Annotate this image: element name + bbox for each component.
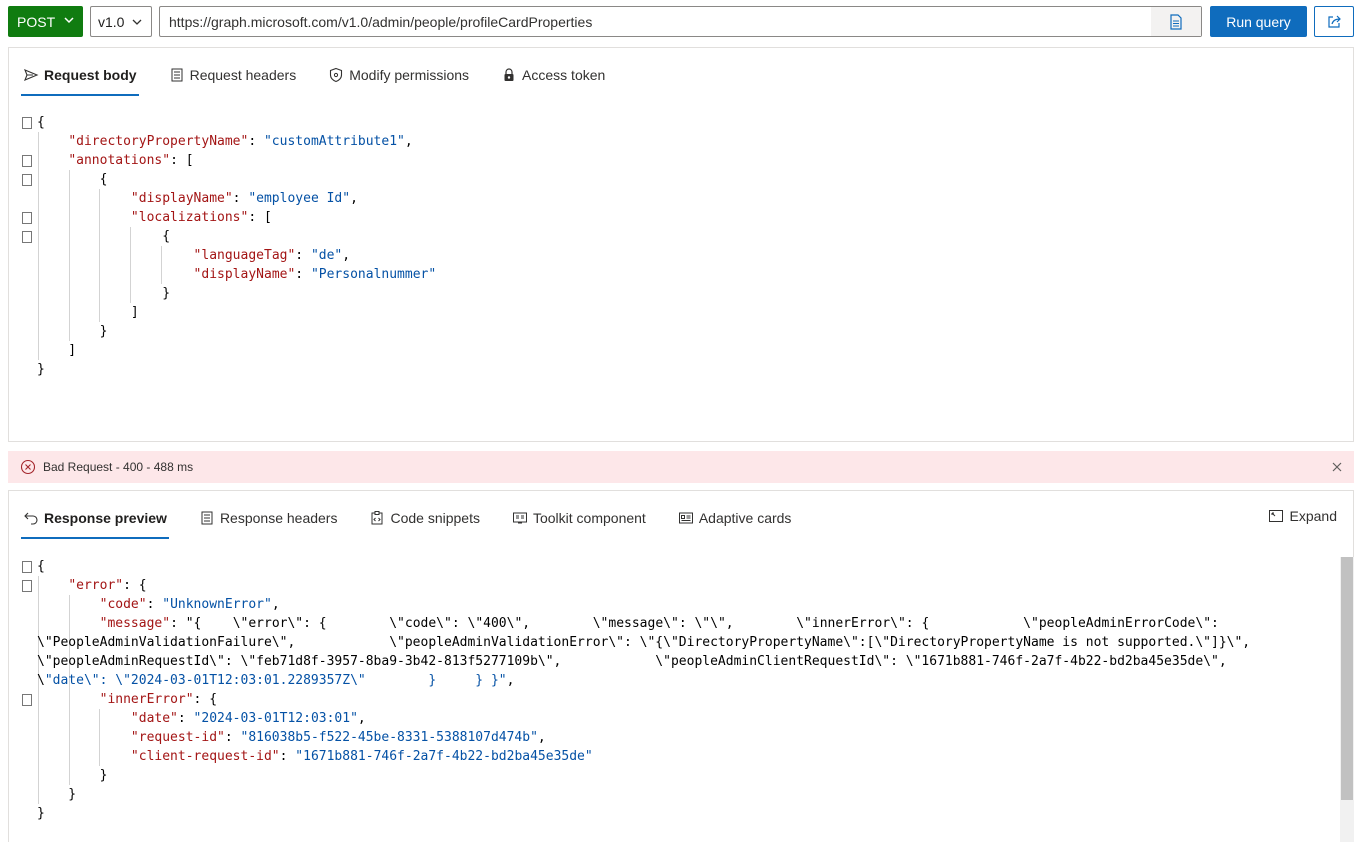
tab-toolkit-component[interactable]: Toolkit component [510,503,648,533]
url-input[interactable]: https://graph.microsoft.com/v1.0/admin/p… [159,6,1202,37]
status-bar: Bad Request - 400 - 488 ms [8,451,1354,483]
chevron-down-icon [64,17,74,24]
document-list-icon [201,511,213,525]
fold-toggle-icon[interactable] [22,231,32,243]
expand-label: Expand [1289,508,1337,524]
tab-request-body[interactable]: Request body [21,60,139,96]
request-tabs: Request body Request headers Modify perm… [21,60,635,96]
tab-modify-permissions[interactable]: Modify permissions [326,60,471,90]
share-button[interactable] [1314,6,1354,37]
document-icon [1170,13,1182,30]
tab-code-snippets[interactable]: Code snippets [367,503,482,533]
documentation-button[interactable] [1151,7,1201,36]
share-icon [1328,15,1341,28]
fold-toggle-icon[interactable] [22,155,32,167]
error-circle-icon [20,459,36,475]
card-icon [678,512,693,524]
http-method-dropdown[interactable]: POST [8,6,83,37]
toolkit-icon [512,512,527,524]
document-list-icon [171,68,183,82]
tab-label: Request body [44,67,137,83]
expand-icon [1268,510,1283,522]
shield-icon [330,67,343,83]
tab-adaptive-cards[interactable]: Adaptive cards [676,503,794,533]
fold-toggle-icon[interactable] [22,117,32,129]
response-scrollbar-thumb[interactable] [1341,557,1353,800]
fold-toggle-icon[interactable] [22,580,32,592]
tab-label: Code snippets [390,510,480,526]
tab-access-token[interactable]: Access token [499,60,607,90]
run-query-label: Run query [1226,13,1291,30]
tab-label: Access token [522,67,606,83]
chevron-down-icon [132,19,142,25]
version-dropdown[interactable]: v1.0 [90,6,152,37]
undo-arrow-icon [24,512,38,525]
tab-label: Response headers [219,510,338,526]
tab-label: Adaptive cards [698,510,792,526]
fold-toggle-icon[interactable] [22,561,32,573]
response-panel: Response preview Response headers Code s… [8,490,1354,842]
clipboard-code-icon [371,511,383,525]
http-method-label: POST [17,13,56,30]
url-text: https://graph.microsoft.com/v1.0/admin/p… [169,13,593,30]
response-tabs: Response preview Response headers Code s… [21,503,821,539]
lock-icon [504,68,514,81]
fold-toggle-icon[interactable] [22,174,32,186]
send-icon [24,68,39,82]
tab-label: Modify permissions [349,67,470,83]
fold-toggle-icon[interactable] [22,212,32,224]
tab-response-preview[interactable]: Response preview [21,503,169,539]
fold-toggle-icon[interactable] [22,694,32,706]
request-panel: Request body Request headers Modify perm… [8,47,1354,442]
expand-button[interactable]: Expand [1268,508,1337,524]
tab-response-headers[interactable]: Response headers [197,503,340,533]
version-label: v1.0 [98,13,125,30]
tab-label: Request headers [189,67,297,83]
close-icon[interactable] [1330,460,1344,474]
tab-label: Response preview [44,510,167,526]
tab-request-headers[interactable]: Request headers [167,60,299,90]
run-query-button[interactable]: Run query [1210,6,1307,37]
tab-label: Toolkit component [532,510,646,526]
status-text: Bad Request - 400 - 488 ms [43,460,194,474]
